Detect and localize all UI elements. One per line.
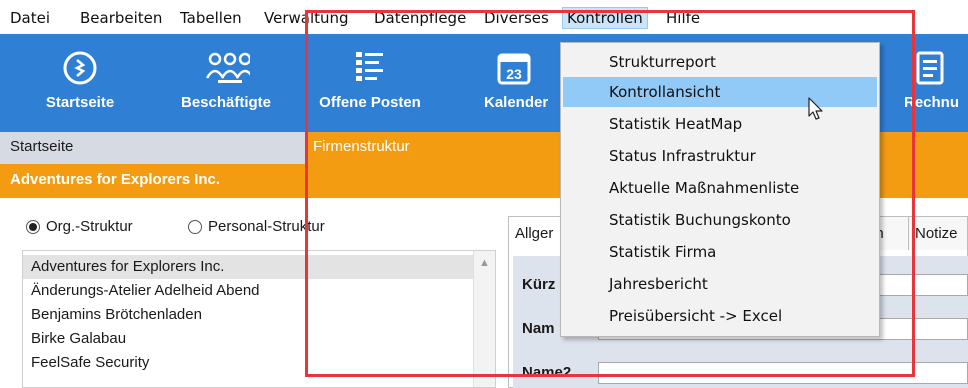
menu-bearbeiten[interactable]: Bearbeiten [76, 7, 166, 29]
kontrollen-dropdown-menu: Strukturreport Kontrollansicht Statistik… [560, 42, 880, 337]
menu-verwaltung[interactable]: Verwaltung [260, 7, 353, 29]
menu-tabellen[interactable]: Tabellen [176, 7, 246, 29]
personal-structure-label: Personal-Struktur [208, 218, 325, 235]
breadcrumb-startseite[interactable]: Startseite [10, 138, 73, 155]
menu-item-statistik-heatmap[interactable]: Statistik HeatMap [563, 109, 877, 139]
name-label: Nam [522, 320, 555, 337]
org-structure-label: Org.-Struktur [46, 218, 133, 235]
home-circle-icon [63, 51, 97, 85]
calendar-day-text: 23 [506, 66, 522, 82]
menu-datei[interactable]: Datei [6, 7, 54, 29]
tab-allgemein[interactable]: Allger [508, 216, 568, 250]
company-banner-title: Adventures for Explorers Inc. [10, 171, 221, 188]
scroll-up-icon[interactable]: ▲ [479, 257, 490, 269]
toolbar-startseite-label: Startseite [45, 94, 115, 111]
menu-item-statistik-firma[interactable]: Statistik Firma [563, 237, 877, 267]
toolbar-startseite-button[interactable]: Startseite [30, 34, 130, 132]
menu-item-kontrollansicht[interactable]: Kontrollansicht [563, 77, 877, 107]
tab-notizen[interactable]: Notize [908, 216, 968, 250]
menu-diverses[interactable]: Diverses [480, 7, 553, 29]
list-item[interactable]: Änderungs-Atelier Adelheid Abend [23, 279, 473, 303]
menu-item-status-infrastruktur[interactable]: Status Infrastruktur [563, 141, 877, 171]
menu-datenpflege[interactable]: Datenpflege [370, 7, 470, 29]
toolbar-rechnung-button[interactable]: Rechnu [900, 34, 968, 132]
menu-item-statistik-buchungskonto[interactable]: Statistik Buchungskonto [563, 205, 877, 235]
radio-unselected-indicator [188, 219, 202, 234]
toolbar-offene-posten-button[interactable]: Offene Posten [310, 34, 430, 132]
list-item[interactable]: Benjamins Brötchenladen [23, 303, 473, 327]
people-icon [205, 52, 250, 83]
name2-field[interactable] [598, 362, 968, 384]
menu-item-aktuelle-massnahmenliste[interactable]: Aktuelle Maßnahmenliste [563, 173, 877, 203]
toolbar-kalender-button[interactable]: 23 Kalender [478, 34, 558, 132]
list-item[interactable]: FeelSafe Security [23, 351, 473, 375]
toolbar-kalender-label: Kalender [484, 94, 549, 111]
radio-selected-indicator [26, 219, 40, 234]
mouse-pointer-icon [808, 97, 823, 120]
personal-structure-radio[interactable]: Personal-Struktur [188, 218, 325, 235]
toolbar-beschaeftigte-label: Beschäftigte [180, 94, 272, 111]
breadcrumb-firmenstruktur-label: Firmenstruktur [313, 138, 410, 155]
menu-kontrollen[interactable]: Kontrollen [562, 7, 648, 29]
document-icon [916, 51, 944, 85]
list-icon [356, 52, 383, 81]
list-item[interactable]: Birke Galabau [23, 327, 473, 351]
menu-item-strukturreport[interactable]: Strukturreport [563, 47, 877, 77]
calendar-icon: 23 [497, 53, 531, 85]
name2-label: Name2 [522, 364, 572, 381]
toolbar-beschaeftigte-button[interactable]: Beschäftigte [166, 34, 286, 132]
org-structure-radio[interactable]: Org.-Struktur [26, 218, 133, 235]
menu-bar: Datei Bearbeiten Tabellen Verwaltung Dat… [0, 0, 968, 34]
menu-hilfe[interactable]: Hilfe [662, 7, 704, 29]
list-scrollbar[interactable]: ▲ [473, 251, 495, 387]
menu-item-jahresbericht[interactable]: Jahresbericht [563, 269, 877, 299]
kuerzel-label: Kürz [522, 276, 556, 293]
toolbar-rechnung-label: Rechnu [904, 94, 960, 111]
company-list[interactable]: Adventures for Explorers Inc. Änderungs-… [22, 250, 496, 388]
toolbar-offene-posten-label: Offene Posten [319, 94, 421, 111]
menu-item-preisuebersicht-excel[interactable]: Preisübersicht -> Excel [563, 301, 877, 331]
list-item[interactable]: Adventures for Explorers Inc. [23, 255, 473, 279]
